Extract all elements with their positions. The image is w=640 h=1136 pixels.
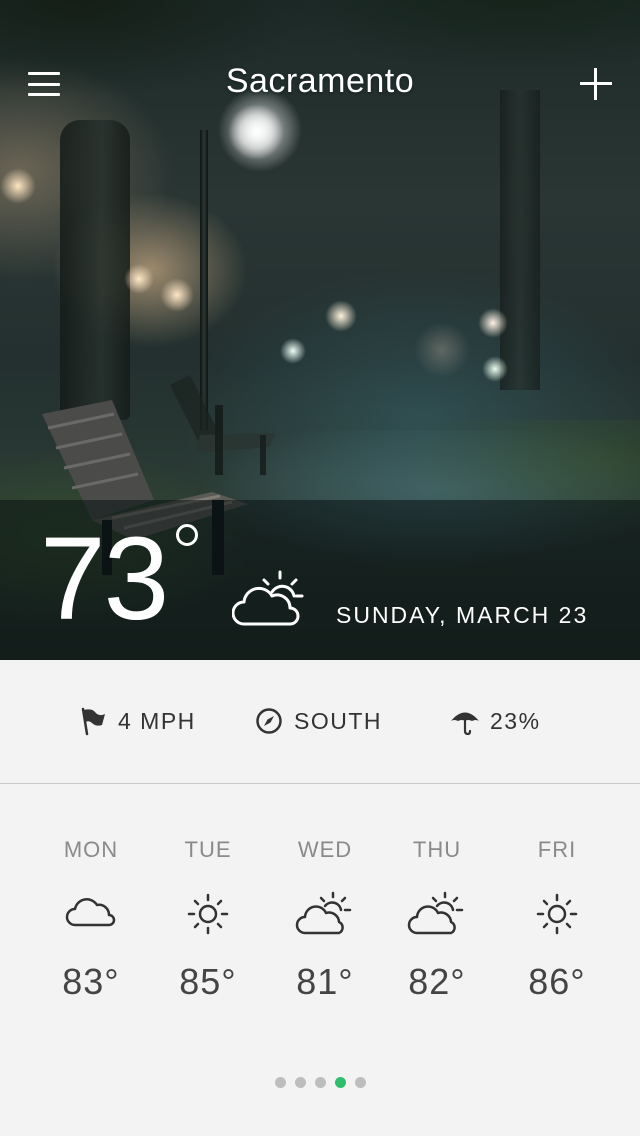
plus-icon[interactable] bbox=[580, 68, 612, 100]
bokeh-light bbox=[280, 338, 306, 364]
top-bar: Sacramento bbox=[0, 0, 640, 165]
partly-cloudy-icon bbox=[232, 570, 304, 626]
wind-speed-stat: 4 MPH bbox=[78, 704, 196, 738]
forecast-day-name: MON bbox=[63, 837, 119, 862]
forecast-day[interactable]: FRI 86° bbox=[502, 835, 612, 1003]
hamburger-menu-icon[interactable] bbox=[28, 72, 60, 96]
bokeh-light bbox=[160, 278, 194, 312]
bokeh-light bbox=[414, 322, 470, 378]
forecast-day-name: FRI bbox=[537, 837, 577, 862]
forecast-day[interactable]: WED 81° bbox=[270, 835, 380, 1003]
page-indicator bbox=[0, 1077, 640, 1089]
flag-icon bbox=[81, 707, 105, 736]
bokeh-light bbox=[482, 356, 508, 382]
bokeh-light bbox=[325, 300, 357, 332]
menu-line bbox=[28, 82, 60, 86]
forecast-day[interactable]: THU 82° bbox=[382, 835, 492, 1003]
menu-line bbox=[28, 72, 60, 75]
forecast-day[interactable]: TUE 85° bbox=[153, 835, 263, 1003]
wind-direction-stat: SOUTH bbox=[254, 704, 382, 738]
forecast-temp: 83° bbox=[62, 961, 120, 1002]
sun-icon bbox=[187, 893, 229, 935]
page-dot[interactable] bbox=[314, 1077, 326, 1088]
bokeh-light bbox=[478, 308, 508, 338]
page-dot-active[interactable] bbox=[334, 1077, 346, 1088]
precipitation-value: 23% bbox=[490, 707, 541, 734]
bokeh-light bbox=[0, 168, 36, 204]
forecast-day-name: TUE bbox=[184, 837, 232, 862]
page-dot[interactable] bbox=[294, 1077, 306, 1088]
page-dot[interactable] bbox=[274, 1077, 286, 1088]
forecast-temp: 81° bbox=[296, 961, 354, 1002]
forecast-day[interactable]: MON 83° bbox=[36, 835, 146, 1003]
stats-row: 4 MPH SOUTH 23% bbox=[0, 660, 640, 784]
five-day-forecast: MON 83° TUE 85° WED 81° THU 82° FRI 86° bbox=[0, 785, 640, 1045]
partly-cloudy-icon bbox=[295, 891, 352, 935]
current-date: SUNDAY, MARCH 23 bbox=[336, 602, 589, 628]
page-dot[interactable] bbox=[354, 1077, 366, 1088]
forecast-day-name: WED bbox=[297, 837, 353, 862]
degree-symbol bbox=[176, 524, 198, 546]
forecast-temp: 82° bbox=[408, 961, 466, 1002]
cloud-icon bbox=[65, 898, 116, 927]
wind-speed-value: 4 MPH bbox=[118, 707, 196, 734]
compass-icon bbox=[256, 708, 282, 734]
partly-cloudy-icon bbox=[407, 891, 464, 935]
menu-line bbox=[28, 93, 60, 96]
tree-trunk bbox=[60, 120, 130, 420]
forecast-day-name: THU bbox=[412, 837, 462, 862]
umbrella-icon bbox=[451, 712, 479, 736]
city-title[interactable]: Sacramento bbox=[120, 62, 520, 101]
bokeh-light bbox=[124, 264, 154, 294]
wind-direction-value: SOUTH bbox=[294, 707, 382, 734]
precipitation-stat: 23% bbox=[450, 704, 541, 738]
forecast-temp: 85° bbox=[179, 961, 237, 1002]
forecast-temp: 86° bbox=[528, 961, 586, 1002]
current-temperature: 73 bbox=[40, 513, 169, 645]
sun-icon bbox=[536, 893, 578, 935]
